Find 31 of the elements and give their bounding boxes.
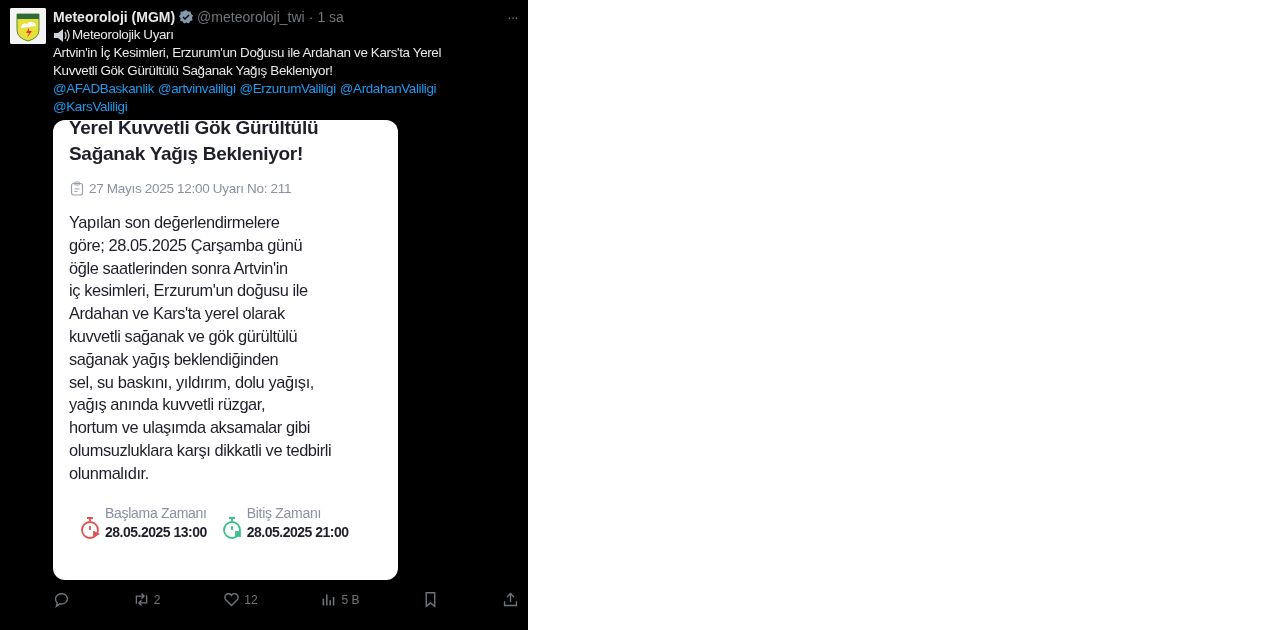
- time-value: 28.05.2025 13:00: [105, 523, 207, 540]
- avatar-logo[interactable]: [10, 8, 46, 44]
- views-button[interactable]: 5 B: [320, 591, 360, 608]
- time-value: 28.05.2025 21:00: [246, 523, 349, 540]
- card-title: Yerel Kuvvetli Gök Gürültülü Sağanak Yağış Bekleniyor!: [69, 120, 320, 166]
- user-handle[interactable]: @meteoroloji_twi: [197, 9, 305, 25]
- post-heading: Meteorolojik Uyarı: [72, 26, 174, 44]
- time-label: Başlama Zamanı: [105, 504, 207, 521]
- post-text: Artvin'in İç Kesimleri, Erzurum'un Doğusu ile Ardahan ve Kars'ta Yerel Kuvvetli Gök Gürültülü Sağanak Yağış Bekleniyor!: [53, 44, 443, 80]
- mention-link[interactable]: @ErzurumValiligi: [239, 80, 336, 98]
- heart-icon: [223, 591, 241, 608]
- post-time[interactable]: 1 sa: [317, 9, 344, 25]
- more-button[interactable]: ···: [507, 9, 518, 25]
- mention-link[interactable]: @ArdahanValiligi: [339, 80, 437, 98]
- share-button[interactable]: [501, 591, 519, 608]
- time-label: Bitiş Zamanı: [246, 504, 322, 521]
- speaker-icon: [53, 27, 71, 43]
- warning-text: Yapılan son değerlendirmelere göre; 28.05.2025 Çarşamba günü öğle saatlerinden sonra Artvin'in iç kesimleri, Erzurum'un doğusu ile Ardahan ve Kars'ta yerel olarak kuvvetli sağanak ve gök gürültülü sağanak yağış beklendiğinden sel, su baskını, yıldırım, dolu yağışı, yağış anında kuvvetli rüzgar, hortum ve ulaşımda aksamalar gibi olumsuzluklara karşı dikkatli ve tedbirli olunmalıdır.: [69, 212, 333, 484]
- clipboard-icon: [70, 181, 84, 196]
- author-name[interactable]: Meteoroloji (MGM): [53, 9, 176, 25]
- reply-button[interactable]: [53, 591, 70, 608]
- mention-link[interactable]: @artvinvaliligi: [158, 80, 236, 98]
- like-button[interactable]: 12: [223, 591, 258, 608]
- mention-link[interactable]: @KarsValiligi: [53, 98, 128, 116]
- share-icon: [501, 591, 519, 608]
- mention-link[interactable]: @AFADBaskanlik: [53, 80, 154, 98]
- warning-meta: 27 Mayıs 2025 12:00 Uyarı No: 211: [89, 181, 292, 196]
- repost-button[interactable]: 2: [132, 591, 161, 608]
- separator-dot: ·: [308, 9, 314, 25]
- document-card[interactable]: [53, 120, 398, 580]
- reply-icon: [53, 591, 70, 608]
